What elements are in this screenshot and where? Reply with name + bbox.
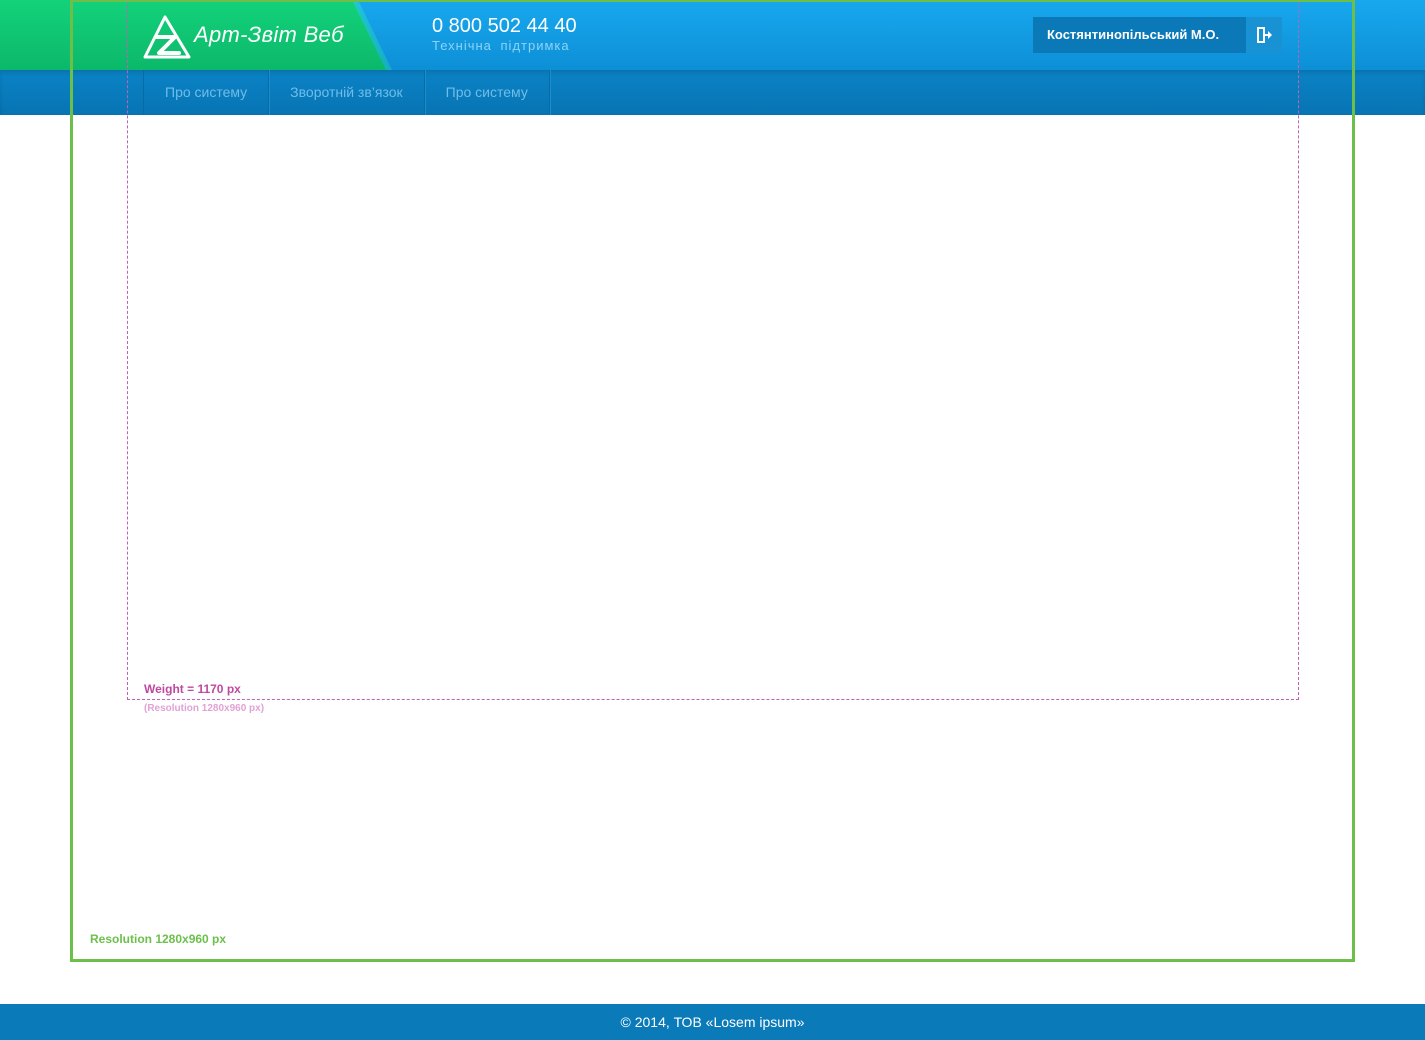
- logo-icon[interactable]: [143, 15, 193, 59]
- nav-item-about-2[interactable]: Про систему: [425, 70, 550, 115]
- footer: © 2014, ТОВ «Losem ipsum»: [0, 1004, 1425, 1040]
- nav-item-feedback[interactable]: Зворотній зв’язок: [269, 70, 425, 115]
- nav-item-about[interactable]: Про систему: [144, 70, 270, 115]
- resolution-frame-label: Resolution 1280x960 px: [90, 932, 227, 946]
- nav-items: Про систему Зворотній зв’язок Про систем…: [143, 70, 550, 115]
- main-nav: Про систему Зворотній зв’язок Про систем…: [0, 70, 1425, 115]
- page: Арт-Звіт Веб 0 800 502 44 40 Технічна пі…: [0, 0, 1425, 1040]
- user-menu[interactable]: Костянтинопільський М.О.: [1033, 17, 1282, 53]
- support-phone: 0 800 502 44 40: [432, 15, 577, 37]
- content-width-label: Weight = 1170 px: [144, 682, 241, 696]
- user-name[interactable]: Костянтинопільський М.О.: [1047, 27, 1219, 42]
- logout-button[interactable]: [1246, 17, 1282, 53]
- content-resolution-label: (Resolution 1280x960 px): [144, 703, 265, 714]
- logo-text[interactable]: Арт-Звіт Веб: [194, 22, 344, 48]
- copyright-text: © 2014, ТОВ «Losem ipsum»: [620, 1014, 805, 1030]
- resolution-frame: [70, 0, 1355, 962]
- header: Арт-Звіт Веб 0 800 502 44 40 Технічна пі…: [0, 0, 1425, 70]
- support-label: Технічна підтримка: [432, 38, 570, 53]
- logout-icon: [1257, 27, 1272, 43]
